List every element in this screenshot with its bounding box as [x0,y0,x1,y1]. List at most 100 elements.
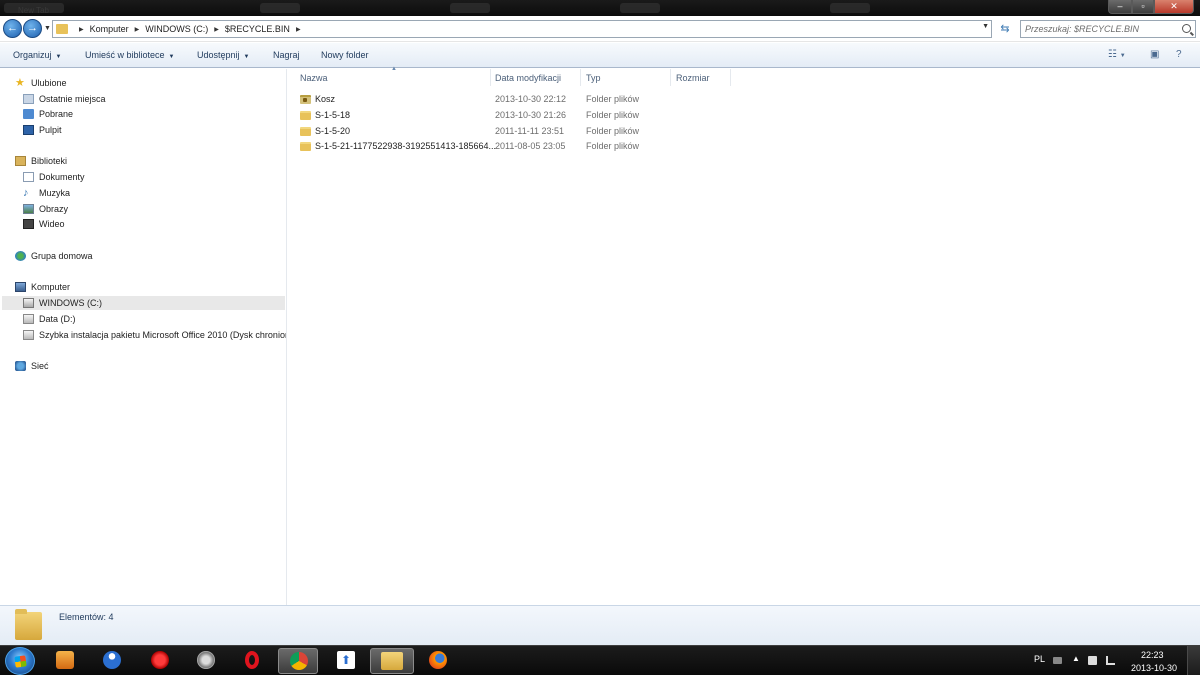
title-tab[interactable]: New Tab [4,3,64,15]
taskbar-uploader[interactable]: ⬆ [326,648,366,674]
close-button[interactable]: ✕ [1154,0,1194,14]
address-history-dropdown[interactable]: ▼ [982,23,989,30]
breadcrumb-recycle-bin[interactable]: $RECYCLE.BIN [225,24,290,34]
organize-button[interactable]: Organizuj ▼ [13,50,61,60]
recent-pages-dropdown[interactable]: ▼ [44,25,51,32]
chevron-right-icon[interactable]: ▶ [79,26,84,33]
include-in-library-button[interactable]: Umieść w bibliotece ▼ [85,50,174,60]
column-header-size[interactable]: Rozmiar [676,73,710,86]
back-button[interactable]: ← [3,19,22,38]
network-icon [15,361,26,371]
table-row[interactable]: S-1-5-20 2011-11-11 23:51 Folder plików [298,124,678,139]
messenger-icon [103,651,121,669]
file-list-pane: ▲ Nazwa Data modyfikacji Typ Rozmiar Kos… [288,66,1200,605]
view-options-button[interactable]: ☷ ▼ [1108,49,1126,60]
breadcrumb-drive-c[interactable]: WINDOWS (C:) [145,24,208,34]
column-header-type[interactable]: Typ [586,73,601,86]
computer-icon [15,282,26,292]
share-label: Udostępnij [197,50,240,60]
music-note-icon: ♪ [23,187,29,199]
ghost-tab [620,3,660,13]
forward-button[interactable]: → [23,19,42,38]
sidebar-item-label: WINDOWS (C:) [39,298,102,308]
taskbar-wheel-app[interactable] [186,648,226,674]
sidebar-item-libraries[interactable]: Biblioteki [15,154,67,168]
folder-icon [56,24,68,34]
start-button[interactable] [5,647,35,675]
sidebar-item-homegroup[interactable]: Grupa domowa [15,249,93,263]
chevron-right-icon[interactable]: ▶ [135,26,140,33]
table-row[interactable]: S-1-5-18 2013-10-30 21:26 Folder plików [298,108,678,123]
sidebar-item-office-drive[interactable]: Szybka instalacja pakietu Microsoft Offi… [23,328,286,342]
keyboard-icon[interactable] [1053,657,1062,664]
sidebar-item-drive-c[interactable]: WINDOWS (C:) [2,296,285,310]
upload-icon: ⬆ [337,651,355,669]
new-folder-label: Nowy folder [321,50,369,60]
sidebar-item-favorites[interactable]: ★ Ulubione [15,76,67,90]
taskbar-pin-app[interactable] [140,648,180,674]
taskbar-explorer[interactable] [370,648,414,674]
sidebar-item-downloads[interactable]: Pobrane [23,107,73,121]
table-row[interactable]: Kosz 2013-10-30 22:12 Folder plików [298,92,678,107]
maximize-button[interactable]: ▫ [1132,0,1154,14]
file-type: Folder plików [586,94,640,104]
taskbar-messenger[interactable] [92,648,132,674]
clock-time[interactable]: 22:23 [1141,650,1164,660]
ghost-tab [450,3,490,13]
show-desktop-button[interactable] [1187,646,1200,675]
minimize-button[interactable]: – [1108,0,1132,14]
action-center-icon[interactable] [1088,656,1097,665]
chevron-right-icon[interactable]: ▶ [296,26,301,33]
caret-down-icon: ▼ [168,54,175,60]
column-header-modified[interactable]: Data modyfikacji [495,73,561,86]
taskbar-firefox[interactable] [418,648,458,674]
preview-pane-button[interactable]: ▣ [1150,49,1159,60]
new-folder-button[interactable]: Nowy folder [321,50,369,60]
chevron-up-icon[interactable]: ▲ [1072,654,1081,663]
column-divider[interactable] [580,69,581,86]
taskbar-media-player[interactable] [45,648,85,674]
sidebar-item-label: Pobrane [39,109,74,119]
column-header-name[interactable]: Nazwa [300,73,328,86]
breadcrumb-computer[interactable]: Komputer [90,24,129,34]
network-signal-icon[interactable] [1106,656,1115,665]
file-name: S-1-5-21-1177522938-3192551413-185664... [315,141,496,151]
arrow-left-icon: ← [7,22,18,34]
search-icon[interactable] [1182,24,1191,33]
column-divider[interactable] [490,69,491,86]
command-bar: Organizuj ▼ Umieść w bibliotece ▼ Udostępn… [0,43,1200,68]
sidebar-item-videos[interactable]: Wideo [23,217,65,231]
caret-down-icon: ▼ [1119,53,1126,59]
drive-icon [23,330,34,340]
address-bar[interactable]: ▶ Komputer ▶ WINDOWS (C:) ▶ $RECYCLE.BIN… [52,20,992,38]
refresh-button[interactable]: ⇆ [996,20,1014,38]
language-indicator[interactable]: PL [1034,654,1045,664]
sidebar-item-pictures[interactable]: Obrazy [23,202,68,216]
sidebar-item-desktop[interactable]: Pulpit [23,123,62,137]
taskbar: ⬆ PL ▲ 22:23 2013-10-30 [0,645,1200,675]
sidebar-item-computer[interactable]: Komputer [15,280,70,294]
ghost-tab [260,3,300,13]
homegroup-icon [15,251,26,261]
column-divider[interactable] [670,69,671,86]
clock-date[interactable]: 2013-10-30 [1131,663,1177,673]
burn-button[interactable]: Nagraj [273,50,300,60]
window-title-bar: New Tab – ▫ ✕ [0,0,1200,16]
sidebar-item-music[interactable]: ♪ Muzyka [23,186,70,200]
taskbar-opera[interactable] [232,648,272,674]
table-row[interactable]: S-1-5-21-1177522938-3192551413-185664...… [298,139,678,154]
sidebar-item-network[interactable]: Sieć [15,359,49,373]
column-divider[interactable] [730,69,731,86]
search-box[interactable] [1020,20,1196,38]
chevron-right-icon[interactable]: ▶ [214,26,219,33]
sidebar-item-documents[interactable]: Dokumenty [23,170,85,184]
taskbar-chrome[interactable] [278,648,318,674]
search-input[interactable] [1021,21,1171,37]
sidebar-item-recent-places[interactable]: Ostatnie miejsca [23,92,106,106]
help-icon: ? [1176,49,1182,60]
share-button[interactable]: Udostępnij ▼ [197,50,249,60]
file-modified: 2013-10-30 22:12 [495,94,567,104]
sidebar-item-drive-d[interactable]: Data (D:) [23,312,76,326]
help-button[interactable]: ? [1176,49,1182,60]
sidebar-item-label: Sieć [31,361,49,371]
